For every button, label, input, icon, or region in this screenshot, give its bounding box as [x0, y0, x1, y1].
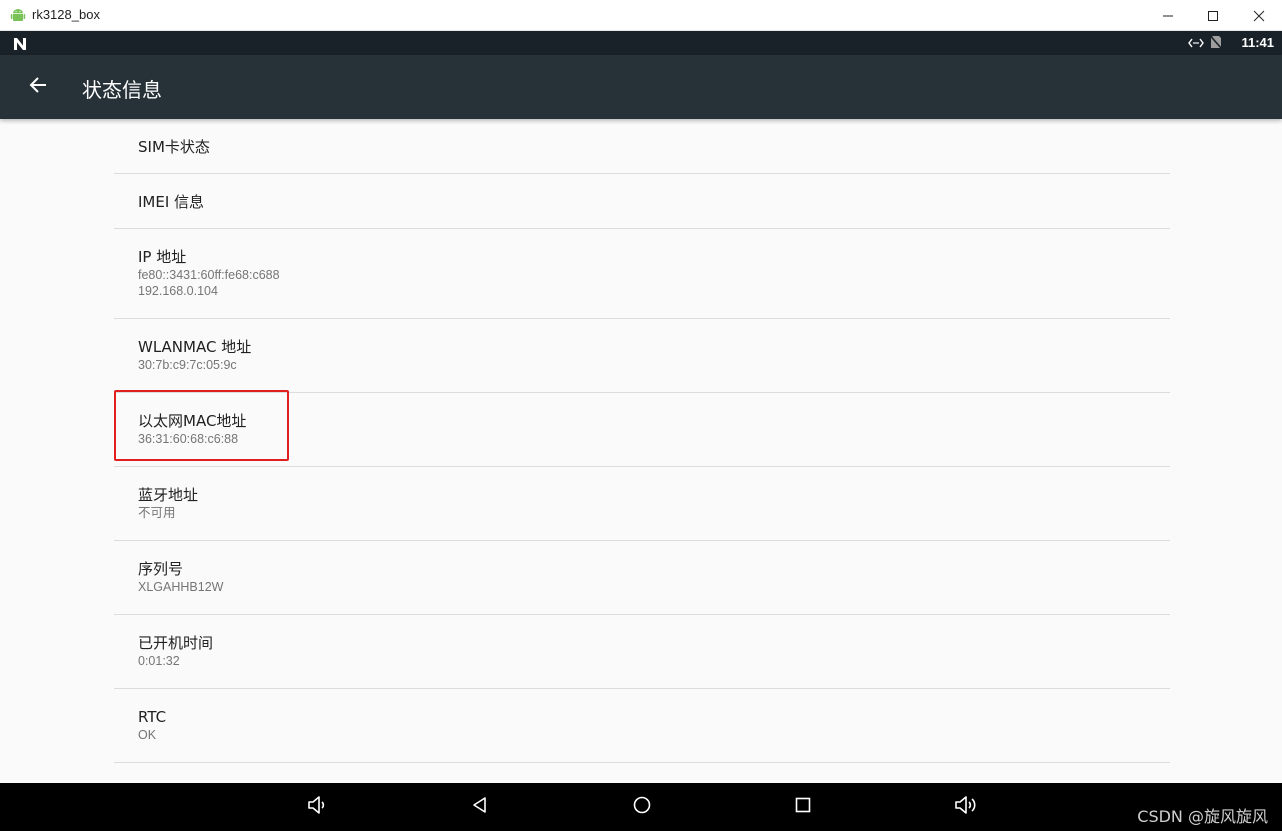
pref-title: WLANMAC 地址: [138, 338, 252, 356]
pref-bluetooth-address[interactable]: 蓝牙地址 不可用: [114, 467, 1170, 541]
window-title: rk3128_box: [32, 7, 100, 22]
pref-title: IP 地址: [138, 248, 187, 266]
volume-up-icon: [954, 794, 978, 820]
pref-title: 蓝牙地址: [138, 486, 199, 504]
page-title: 状态信息: [82, 78, 162, 102]
window-titlebar: rk3128_box: [0, 0, 1282, 31]
pref-summary: 30:7b:c9:7c:05:9c: [138, 358, 237, 372]
pref-ip-address[interactable]: IP 地址 fe80::3431:60ff:fe68:c688 192.168.…: [114, 229, 1170, 319]
n-notification-icon: [12, 36, 28, 50]
pref-summary: 0:01:32: [138, 654, 180, 668]
pref-summary: 192.168.0.104: [138, 284, 218, 298]
back-nav-button[interactable]: [467, 795, 493, 819]
status-info-list-container[interactable]: SIM卡状态 IMEI 信息 IP 地址 fe80::3431:60ff:fe6…: [0, 119, 1282, 783]
pref-summary: 不可用: [138, 506, 176, 520]
arrow-back-icon: [28, 75, 48, 99]
preference-list: SIM卡状态 IMEI 信息 IP 地址 fe80::3431:60ff:fe6…: [114, 119, 1170, 763]
pref-imei-info[interactable]: IMEI 信息: [114, 174, 1170, 229]
recents-nav-button[interactable]: [790, 795, 816, 819]
no-sim-icon: [1209, 34, 1223, 53]
volume-down-button[interactable]: [304, 795, 330, 819]
back-button[interactable]: [20, 69, 56, 105]
home-nav-button[interactable]: [629, 795, 655, 819]
status-bar: 11:41: [0, 31, 1282, 55]
pref-title: 以太网MAC地址: [138, 412, 247, 430]
close-button[interactable]: [1236, 0, 1282, 31]
pref-rtc[interactable]: RTC OK: [114, 689, 1170, 763]
volume-up-button[interactable]: [953, 795, 979, 819]
pref-sim-status[interactable]: SIM卡状态: [114, 119, 1170, 174]
action-bar: 状态信息: [0, 55, 1282, 119]
pref-summary: XLGAHHB12W: [138, 580, 224, 594]
status-icons: [1188, 34, 1223, 53]
maximize-button[interactable]: [1190, 0, 1236, 31]
pref-wlan-mac[interactable]: WLANMAC 地址 30:7b:c9:7c:05:9c: [114, 319, 1170, 393]
home-circle-icon: [632, 795, 652, 819]
pref-title: 序列号: [138, 560, 184, 578]
close-icon: [1253, 10, 1265, 22]
pref-serial-number[interactable]: 序列号 XLGAHHB12W: [114, 541, 1170, 615]
navigation-bar: CSDN @旋风旋风: [0, 783, 1282, 831]
pref-title: SIM卡状态: [138, 138, 210, 156]
pref-title: IMEI 信息: [138, 193, 205, 211]
pref-uptime[interactable]: 已开机时间 0:01:32: [114, 615, 1170, 689]
status-time: 11:41: [1241, 35, 1274, 50]
android-icon: [10, 7, 26, 23]
volume-down-icon: [306, 794, 328, 820]
watermark: CSDN @旋风旋风: [1137, 807, 1268, 826]
pref-ethernet-mac[interactable]: 以太网MAC地址 36:31:60:68:c6:88: [114, 393, 1170, 467]
back-triangle-icon: [470, 795, 490, 819]
pref-summary: fe80::3431:60ff:fe68:c688: [138, 268, 280, 282]
minimize-button[interactable]: [1145, 0, 1191, 31]
pref-title: RTC: [138, 708, 167, 726]
minimize-icon: [1162, 10, 1174, 22]
recents-square-icon: [793, 795, 813, 819]
pref-summary: 36:31:60:68:c6:88: [138, 432, 239, 446]
pref-title: 已开机时间: [138, 634, 214, 652]
maximize-icon: [1207, 10, 1219, 22]
pref-summary: OK: [138, 728, 157, 742]
ethernet-icon: [1188, 34, 1204, 53]
